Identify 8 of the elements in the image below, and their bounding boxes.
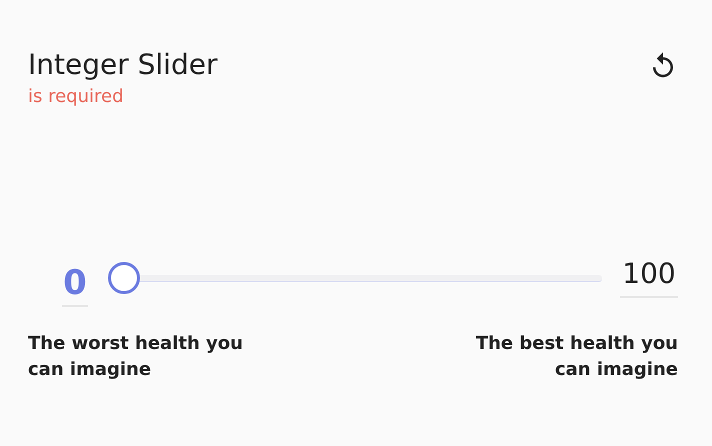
value-readout: 0 bbox=[62, 261, 88, 307]
field-title: Integer Slider bbox=[28, 47, 218, 83]
slider-thumb[interactable] bbox=[108, 262, 140, 294]
min-label: The worst health you can imagine bbox=[28, 332, 244, 382]
slider[interactable] bbox=[108, 261, 602, 295]
max-value: 100 bbox=[620, 252, 678, 298]
max-label: The best health you can imagine bbox=[474, 332, 678, 382]
error-message: is required bbox=[28, 86, 125, 107]
